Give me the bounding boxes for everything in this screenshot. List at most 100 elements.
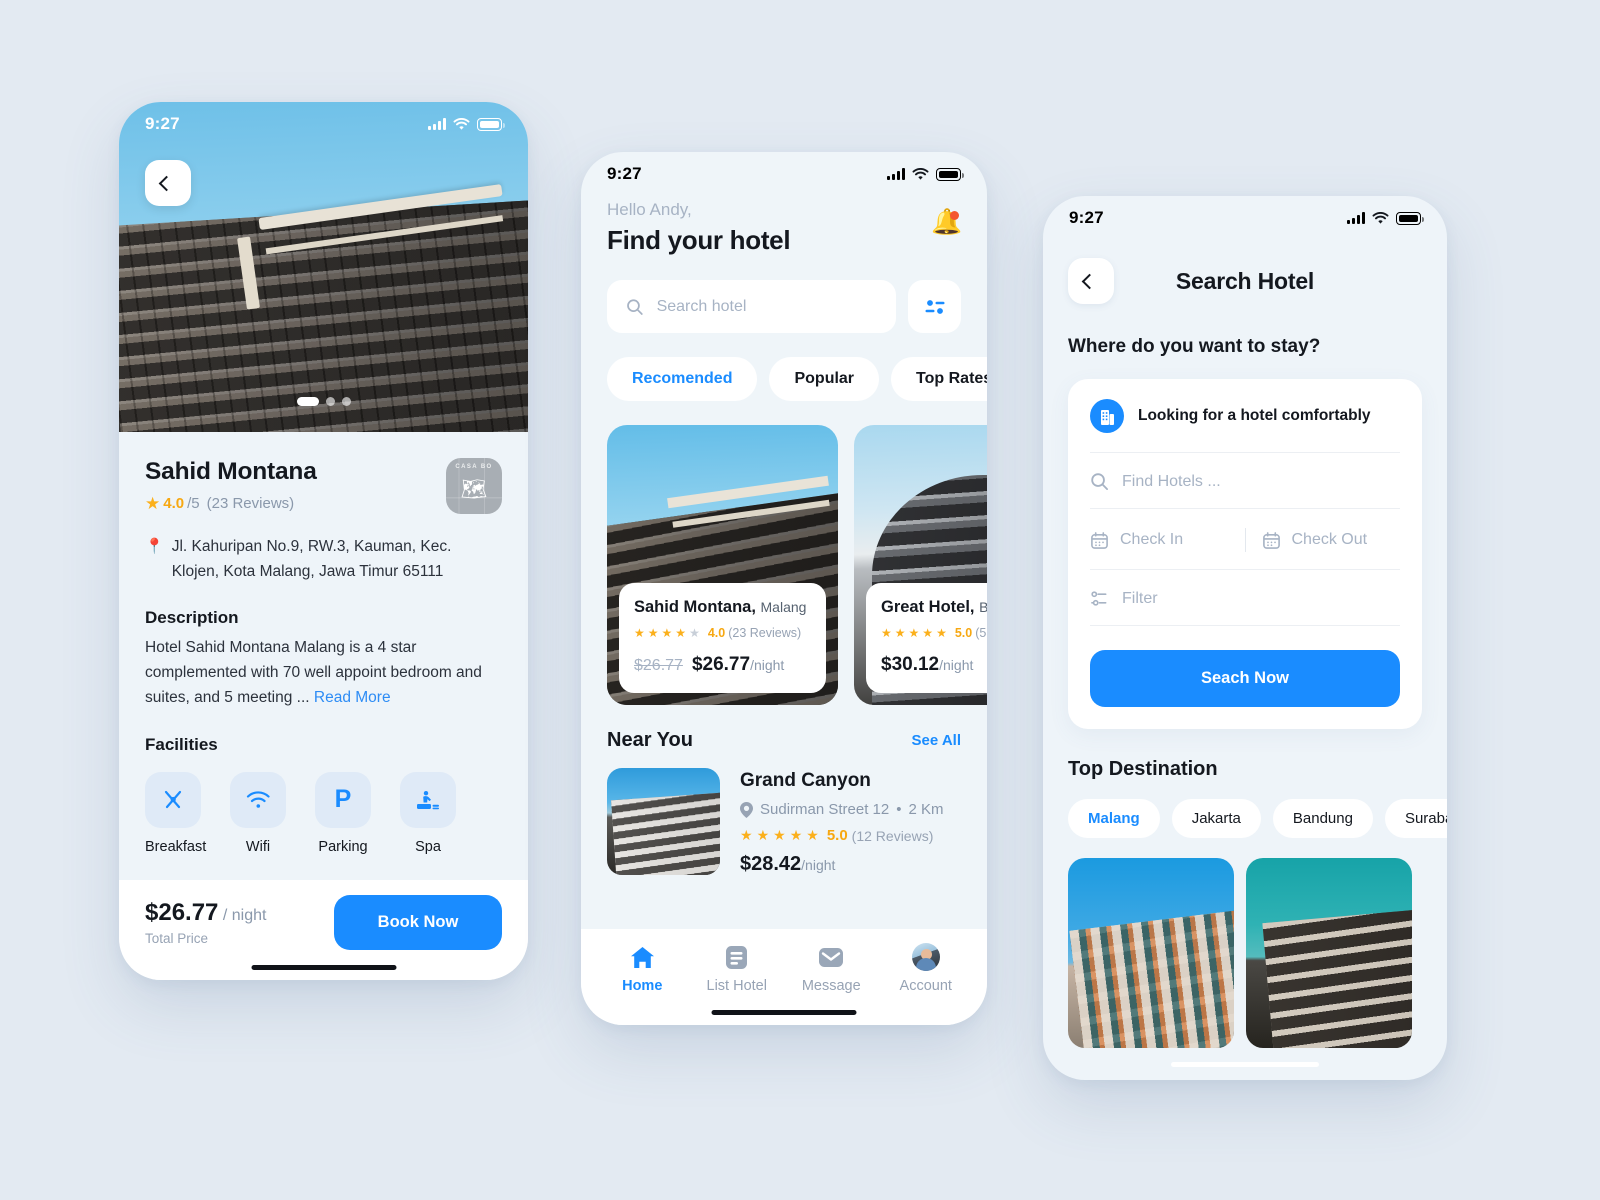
status-bar: 9:27 (581, 152, 987, 196)
star-icon-empty: ★ (689, 626, 700, 640)
map-thumbnail-button[interactable]: CASA BO 🗺 (446, 458, 502, 514)
filter-field[interactable]: Filter (1090, 570, 1400, 626)
chip-popular[interactable]: Popular (769, 357, 880, 401)
filter-button[interactable] (908, 280, 961, 333)
near-you-photo (607, 768, 720, 875)
envelope-icon (784, 942, 879, 972)
star-icon: ★ (908, 626, 920, 640)
hotel-card-info: Great Hotel, Batu ★ ★ ★ ★ ★ 5.0 (53 (866, 583, 987, 693)
price-value: $28.42 (740, 853, 802, 875)
read-more-link[interactable]: Read More (314, 689, 391, 706)
star-icon: ★ (756, 827, 770, 843)
chip-malang[interactable]: Malang (1068, 799, 1160, 838)
facilities-list: Breakfast Wifi P Parking Spa (145, 771, 502, 855)
back-button[interactable] (145, 160, 191, 206)
carousel-dot-active[interactable] (296, 397, 319, 406)
destination-photo-2[interactable] (1246, 858, 1412, 1048)
tab-account[interactable]: Account (879, 942, 974, 1025)
phone-hotel-detail: 9:27 Sahid Montana ★ 4.0 /5 (23 Reviews)… (119, 102, 528, 980)
near-you-item[interactable]: Grand Canyon Sudirman Street 12 • 2 Km ★… (607, 768, 961, 876)
star-icon: ★ (740, 827, 753, 843)
find-hotels-placeholder: Find Hotels ... (1122, 472, 1221, 490)
list-document-icon (690, 942, 785, 972)
battery-icon (477, 117, 505, 131)
check-out-field[interactable]: Check Out (1262, 531, 1401, 550)
hotel-card-carousel[interactable]: Sahid Montana, Malang ★ ★ ★ ★ ★ 4.0 (23 … (607, 425, 987, 705)
home-indicator[interactable] (1171, 1062, 1319, 1067)
facility-label: Parking (318, 838, 368, 855)
promo-row: Looking for a hotel comfortably (1090, 379, 1400, 453)
facility-parking[interactable]: P Parking (315, 771, 371, 855)
description-heading: Description (145, 608, 239, 628)
rating-value: 5.0 (826, 827, 848, 844)
cutlery-icon (145, 771, 201, 828)
hotel-card-name: Sahid Montana, (634, 598, 756, 616)
tab-label: Message (801, 978, 861, 994)
notifications-button[interactable]: 🔔 (931, 210, 962, 242)
hotel-card[interactable]: Great Hotel, Batu ★ ★ ★ ★ ★ 5.0 (53 (854, 425, 987, 705)
chip-bandung[interactable]: Bandung (1272, 799, 1373, 838)
chip-recomended[interactable]: Recomended (607, 357, 758, 401)
carousel-dot[interactable] (325, 397, 335, 406)
hotel-card-rating: ★ ★ ★ ★ ★ 4.0 (23 Reviews) (634, 626, 811, 640)
hotel-hero-image: 9:27 (119, 102, 528, 432)
page-title: Search Hotel (1175, 267, 1315, 294)
facilities-heading: Facilities (145, 734, 218, 754)
search-input[interactable] (656, 297, 877, 316)
star-icon: ★ (881, 626, 892, 640)
signal-icon (1347, 212, 1365, 224)
top-destination-heading: Top Destination (1068, 758, 1218, 780)
separator-dot: • (896, 801, 902, 818)
book-now-button[interactable]: Book Now (334, 894, 502, 950)
destination-photo-1[interactable] (1068, 858, 1234, 1048)
near-you-price: $28.42/night (740, 853, 944, 876)
tab-label: Home (622, 978, 663, 994)
notification-badge (950, 211, 959, 220)
wifi-icon (230, 771, 286, 828)
chip-surabaya[interactable]: Surabaya (1384, 799, 1447, 838)
page-title: Find your hotel (607, 225, 791, 255)
near-you-distance: 2 Km (908, 801, 944, 818)
rating-denominator: /5 (187, 495, 200, 512)
facility-label: Breakfast (145, 838, 207, 855)
tab-home[interactable]: Home (595, 942, 690, 1025)
hotel-card[interactable]: Sahid Montana, Malang ★ ★ ★ ★ ★ 4.0 (23 … (607, 425, 838, 705)
tab-label: List Hotel (706, 978, 767, 994)
chip-jakarta[interactable]: Jakarta (1171, 799, 1261, 838)
facility-breakfast[interactable]: Breakfast (145, 771, 207, 855)
review-count: (23 Reviews) (206, 495, 295, 512)
hotel-card-price: $26.77 $26.77/night (634, 654, 811, 676)
sliders-icon (925, 299, 944, 314)
near-you-rating: ★ ★ ★ ★ ★ 5.0 (12 Reviews) (740, 827, 944, 844)
carousel-dots[interactable] (296, 397, 351, 406)
facility-spa[interactable]: Spa (400, 771, 456, 855)
near-you-street: Sudirman Street 12 (760, 801, 890, 818)
facility-wifi[interactable]: Wifi (230, 771, 286, 855)
star-icon: ★ (789, 827, 803, 843)
search-field[interactable] (607, 280, 896, 333)
search-now-button[interactable]: Seach Now (1090, 650, 1400, 707)
carousel-dot[interactable] (341, 397, 351, 406)
wifi-icon (912, 167, 929, 180)
home-indicator[interactable] (711, 1010, 857, 1015)
home-indicator[interactable] (251, 965, 396, 970)
hotel-card-price: $30.12/night (881, 654, 987, 676)
tab-label: Account (899, 978, 952, 994)
rating-value: 4.0 (163, 495, 185, 512)
battery-icon (936, 167, 964, 181)
chip-top-rates[interactable]: Top Rates (891, 357, 987, 401)
mockup-canvas: 9:27 Sahid Montana ★ 4.0 /5 (23 Reviews)… (0, 0, 1600, 1200)
parking-p-icon: P (315, 771, 371, 828)
hotel-card-city: Malang (760, 599, 807, 615)
facility-label: Wifi (245, 838, 271, 855)
map-pin-icon: 🗺 (460, 478, 488, 501)
building-icon (1090, 399, 1124, 433)
check-in-field[interactable]: Check In (1090, 531, 1229, 550)
hotel-card-rating: ★ ★ ★ ★ ★ 5.0 (53 (881, 626, 987, 640)
see-all-link[interactable]: See All (912, 732, 961, 749)
find-hotels-field[interactable]: Find Hotels ... (1090, 453, 1400, 509)
review-count: (23 Reviews) (728, 626, 802, 640)
search-card: Looking for a hotel comfortably Find Hot… (1068, 379, 1422, 729)
destination-gallery[interactable] (1068, 858, 1422, 1048)
calendar-icon (1262, 531, 1280, 549)
